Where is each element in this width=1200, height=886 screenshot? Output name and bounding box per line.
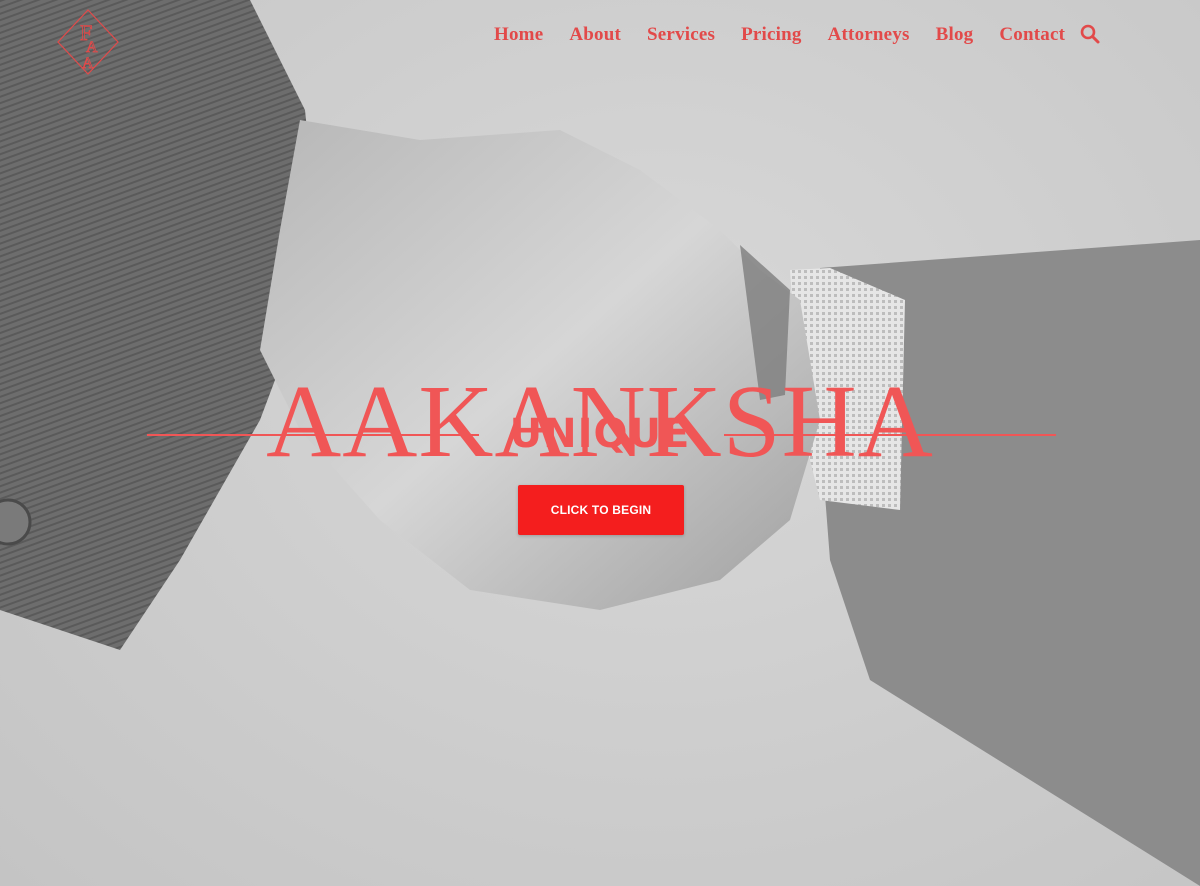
subtitle-divider-right	[724, 434, 1056, 436]
nav-services[interactable]: Services	[647, 24, 715, 46]
main-navigation: Home About Services Pricing Attorneys Bl…	[494, 24, 1091, 46]
site-logo[interactable]: F A A	[56, 8, 120, 76]
diamond-monogram-logo-icon: F A A	[57, 9, 119, 75]
click-to-begin-button[interactable]: CLICK TO BEGIN	[518, 485, 684, 535]
svg-text:A: A	[82, 55, 94, 72]
nav-home[interactable]: Home	[494, 24, 543, 46]
nav-pricing[interactable]: Pricing	[741, 24, 802, 46]
hero-section: F A A Home About Services Pricing Attorn…	[0, 0, 1200, 886]
svg-text:A: A	[86, 39, 98, 56]
nav-attorneys[interactable]: Attorneys	[828, 24, 910, 46]
nav-blog[interactable]: Blog	[936, 24, 974, 46]
nav-contact[interactable]: Contact	[999, 24, 1065, 46]
hero-subtitle-row: UNIQUE	[0, 410, 1200, 460]
search-icon	[1080, 24, 1100, 44]
nav-about[interactable]: About	[569, 24, 621, 46]
search-button[interactable]	[1079, 23, 1101, 45]
